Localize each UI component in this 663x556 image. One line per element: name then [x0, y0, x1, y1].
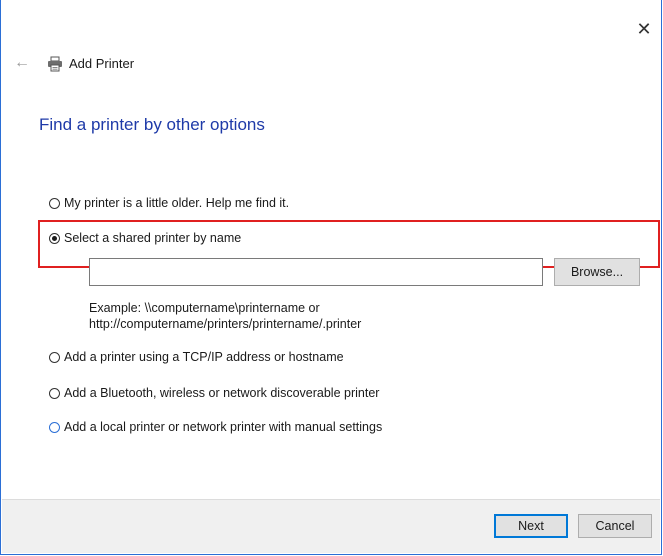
example-line-1: Example: \\computername\printername or: [89, 301, 320, 315]
shared-printer-name-input[interactable]: [89, 258, 543, 286]
cancel-button[interactable]: Cancel: [578, 514, 652, 538]
option-tcpip-label: Add a printer using a TCP/IP address or …: [64, 350, 344, 364]
back-arrow-icon: ←: [14, 54, 30, 71]
printer-icon: [48, 56, 62, 72]
option-tcpip[interactable]: Add a printer using a TCP/IP address or …: [49, 350, 344, 364]
radio-older-printer[interactable]: [49, 197, 60, 209]
window-title: Add Printer: [69, 56, 135, 71]
example-line-2: http://computername/printers/printername…: [89, 317, 362, 331]
back-button[interactable]: ←: [11, 54, 33, 72]
radio-shared-printer[interactable]: [49, 232, 60, 244]
page-heading: Find a printer by other options: [39, 115, 265, 134]
next-button[interactable]: Next: [494, 514, 568, 538]
radio-local-printer[interactable]: [49, 421, 60, 433]
dialog-footer: Next Cancel: [2, 499, 660, 553]
option-bluetooth-label: Add a Bluetooth, wireless or network dis…: [64, 386, 380, 400]
radio-tcpip[interactable]: [49, 351, 60, 363]
add-printer-window: ✕ ← Add Printer Find a printer by other …: [0, 0, 662, 555]
option-shared-printer[interactable]: Select a shared printer by name: [49, 231, 241, 245]
close-icon: ✕: [636, 19, 652, 39]
option-older-printer-label: My printer is a little older. Help me fi…: [64, 196, 290, 210]
option-local-printer-label: Add a local printer or network printer w…: [64, 420, 383, 434]
option-local-printer[interactable]: Add a local printer or network printer w…: [49, 420, 382, 434]
option-shared-printer-label: Select a shared printer by name: [64, 231, 242, 245]
option-bluetooth[interactable]: Add a Bluetooth, wireless or network dis…: [49, 386, 379, 400]
browse-button[interactable]: Browse...: [554, 258, 640, 286]
radio-bluetooth[interactable]: [49, 387, 60, 399]
close-button[interactable]: ✕: [633, 18, 655, 40]
option-older-printer[interactable]: My printer is a little older. Help me fi…: [49, 196, 289, 210]
example-text: Example: \\computername\printername or h…: [89, 300, 361, 332]
